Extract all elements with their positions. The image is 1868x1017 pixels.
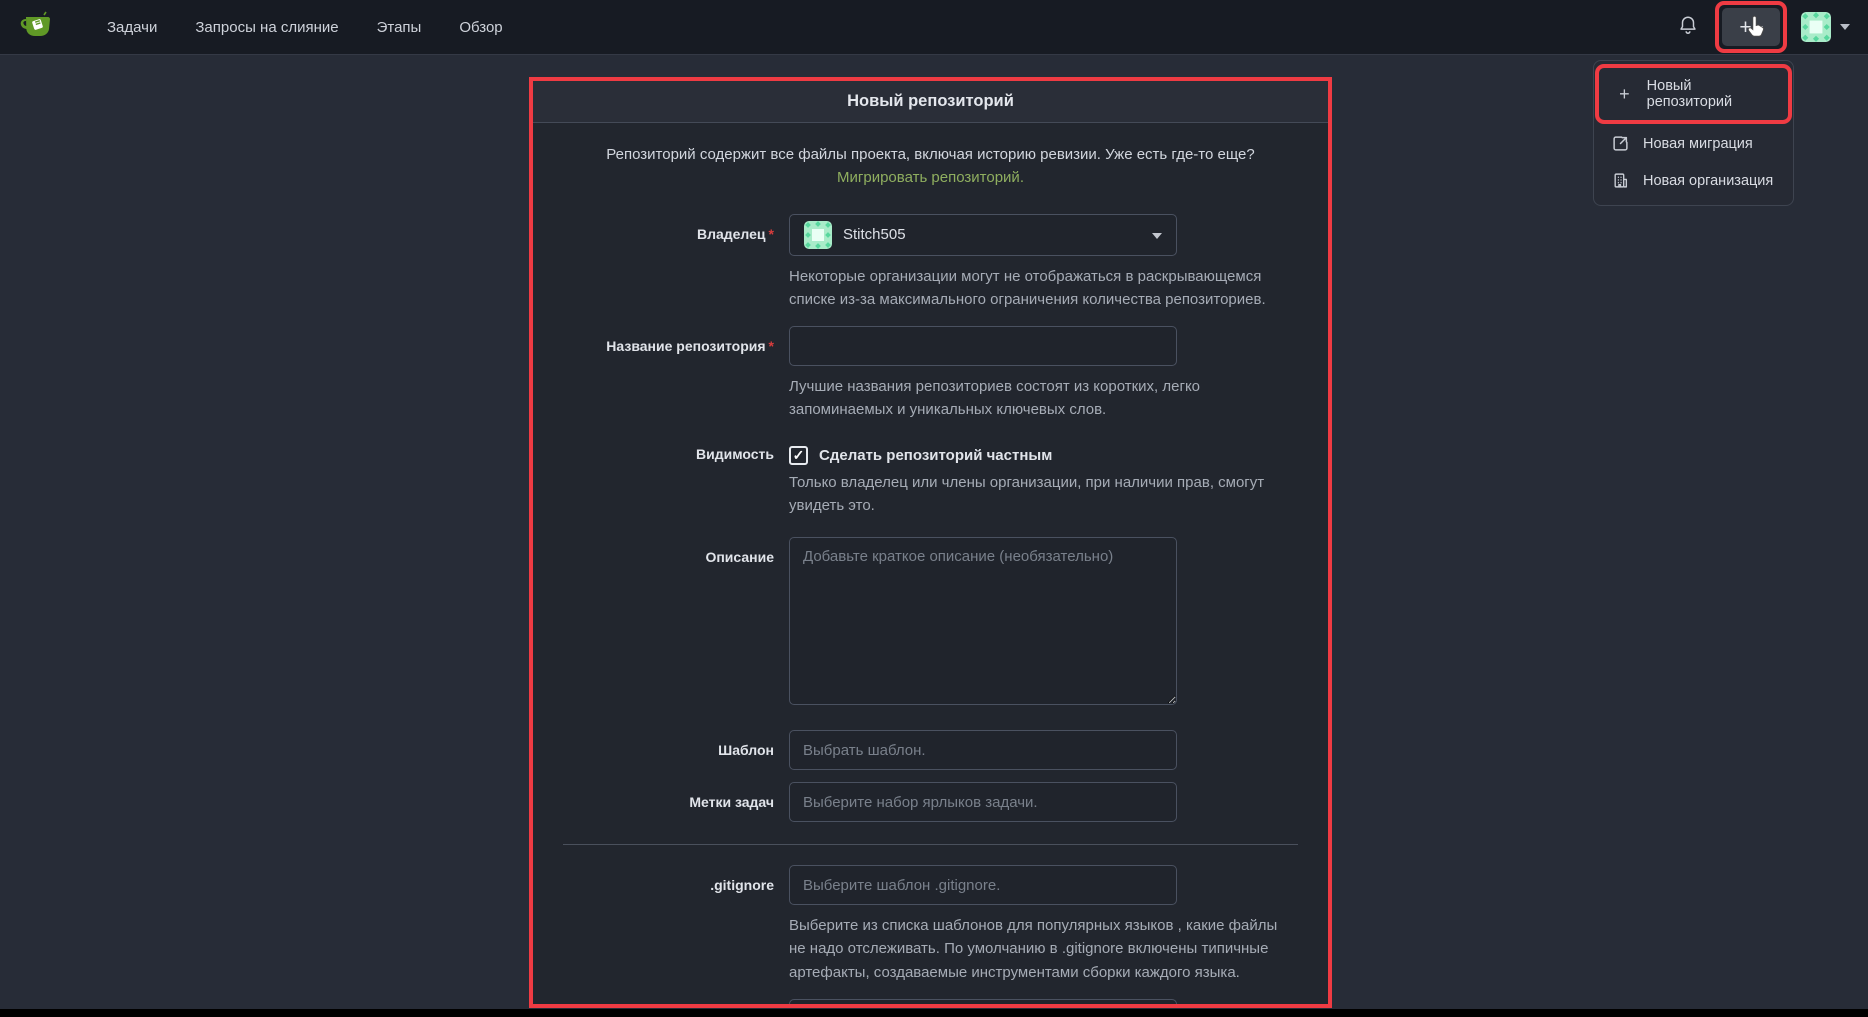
gitignore-label: .gitignore — [559, 865, 789, 984]
gitea-logo-icon[interactable] — [18, 8, 62, 46]
user-menu-button[interactable] — [1801, 12, 1850, 42]
repo-name-help-text: Лучшие названия репозиториев состоят из … — [789, 375, 1297, 422]
nav-item-pull-requests[interactable]: Запросы на слияние — [195, 19, 338, 36]
migrate-repository-link[interactable]: Мигрировать репозиторий. — [837, 169, 1024, 186]
create-new-button[interactable]: + — [1722, 8, 1780, 46]
visibility-label-text: Видимость — [696, 446, 774, 462]
annotation-box-new-repository-item: + Новый репозиторий — [1595, 64, 1792, 124]
navbar-right-group: + — [1667, 1, 1850, 53]
description-label: Описание — [559, 537, 789, 710]
issue-labels-label-text: Метки задач — [689, 794, 774, 810]
bell-icon — [1677, 14, 1699, 41]
menu-item-label: Новая миграция — [1643, 136, 1753, 152]
template-label: Шаблон — [559, 730, 789, 770]
plus-icon: + — [1616, 84, 1633, 105]
issue-labels-input[interactable] — [789, 782, 1177, 822]
description-label-text: Описание — [705, 549, 774, 565]
migration-icon — [1611, 135, 1629, 152]
owner-row: Владелец* — [559, 214, 1302, 312]
form-divider — [563, 844, 1298, 845]
bottom-black-bar — [0, 1009, 1868, 1017]
chevron-down-icon — [1755, 26, 1763, 31]
description-row: Описание — [559, 537, 1302, 710]
menu-item-new-repository[interactable]: + Новый репозиторий — [1599, 68, 1788, 120]
issue-labels-label: Метки задач — [559, 782, 789, 822]
gitignore-row: .gitignore Выберите из списка шаблонов д… — [559, 865, 1302, 984]
repo-name-label: Название репозитория* — [559, 326, 789, 422]
new-repository-form-panel: Новый репозиторий Репозиторий содержит в… — [529, 77, 1332, 1008]
repo-name-row: Название репозитория* Лучшие названия ре… — [559, 326, 1302, 422]
visibility-row: Видимость ✓ Сделать репозиторий частным … — [559, 437, 1302, 518]
gitignore-help-text: Выберите из списка шаблонов для популярн… — [789, 914, 1297, 984]
license-row: Лицензия Лицензия определяет, что другие… — [559, 999, 1302, 1008]
chevron-down-icon — [1152, 233, 1162, 239]
form-intro-text: Репозиторий содержит все файлы проекта, … — [606, 146, 1254, 163]
visibility-help-text: Только владелец или члены организации, п… — [789, 471, 1297, 518]
menu-item-new-organization[interactable]: Новая организация — [1594, 162, 1793, 199]
nav-item-issues[interactable]: Задачи — [107, 19, 157, 36]
user-avatar — [1801, 12, 1831, 42]
menu-item-label: Новая организация — [1643, 173, 1773, 189]
owner-selected-value: Stitch505 — [843, 226, 906, 243]
visibility-label: Видимость — [559, 437, 789, 518]
nav-item-explore[interactable]: Обзор — [459, 19, 502, 36]
top-navbar: Задачи Запросы на слияние Этапы Обзор + — [0, 0, 1868, 55]
template-row: Шаблон — [559, 730, 1302, 770]
organization-icon — [1611, 172, 1629, 189]
repo-name-label-text: Название репозитория — [606, 338, 765, 354]
form-intro: Репозиторий содержит все файлы проекта, … — [569, 143, 1293, 190]
check-icon: ✓ — [793, 447, 805, 464]
description-textarea[interactable] — [789, 537, 1177, 705]
gitignore-label-text: .gitignore — [710, 877, 774, 893]
license-label: Лицензия — [559, 999, 789, 1008]
notifications-button[interactable] — [1667, 8, 1709, 47]
issue-labels-row: Метки задач — [559, 782, 1302, 822]
annotation-box-plus-button: + — [1715, 1, 1787, 53]
menu-item-new-migration[interactable]: Новая миграция — [1594, 125, 1793, 162]
create-new-dropdown-menu: + Новый репозиторий Новая миграция Новая… — [1593, 60, 1794, 206]
template-input[interactable] — [789, 730, 1177, 770]
form-body: Репозиторий содержит все файлы проекта, … — [533, 123, 1328, 1008]
chevron-down-icon — [1840, 24, 1850, 30]
owner-help-text: Некоторые организации могут не отображат… — [789, 265, 1297, 312]
required-asterisk: * — [769, 226, 774, 242]
gitignore-input[interactable] — [789, 865, 1177, 905]
repo-name-input[interactable] — [789, 326, 1177, 366]
owner-label-text: Владелец — [697, 226, 766, 242]
menu-item-label: Новый репозиторий — [1647, 78, 1771, 110]
license-input[interactable] — [789, 999, 1177, 1008]
template-label-text: Шаблон — [718, 742, 774, 758]
private-checkbox-label: Сделать репозиторий частным — [819, 447, 1052, 464]
form-title: Новый репозиторий — [533, 81, 1328, 123]
nav-item-milestones[interactable]: Этапы — [377, 19, 422, 36]
private-checkbox-line[interactable]: ✓ Сделать репозиторий частным — [789, 437, 1302, 465]
owner-select[interactable]: Stitch505 — [789, 214, 1177, 256]
plus-icon: + — [1739, 17, 1751, 38]
owner-avatar — [804, 221, 832, 249]
private-checkbox[interactable]: ✓ — [789, 446, 808, 465]
owner-label: Владелец* — [559, 214, 789, 312]
required-asterisk: * — [769, 338, 774, 354]
